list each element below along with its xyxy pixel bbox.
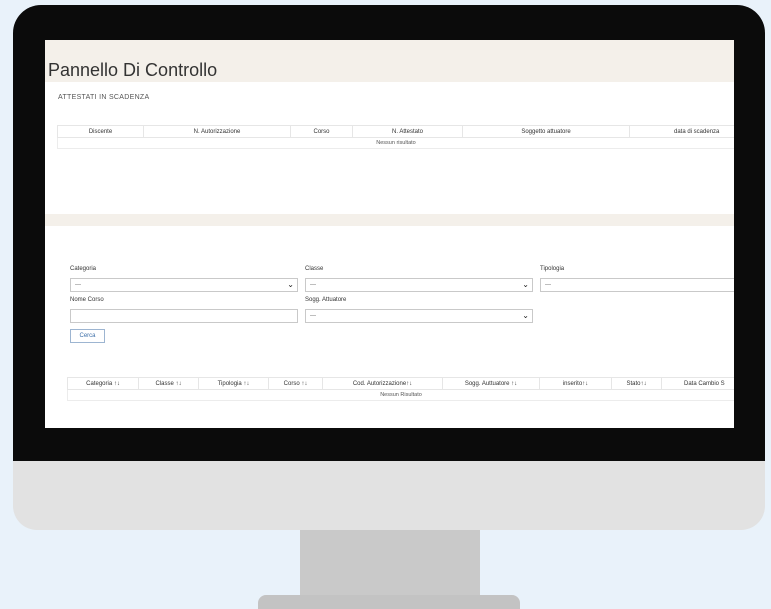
empty-message: Nessun Risultato	[67, 389, 734, 401]
classe-label: Classe	[305, 266, 324, 272]
categoria-value: ---	[75, 282, 81, 288]
column-header-corso[interactable]: Corso ↑↓	[268, 377, 323, 390]
table-row: Nessun risultato	[57, 137, 734, 149]
column-header-categoria[interactable]: Categoria ↑↓	[67, 377, 139, 390]
categoria-label: Categoria	[70, 266, 97, 272]
sogg-attuatore-select[interactable]: --- ⌄	[305, 309, 533, 323]
search-button[interactable]: Cerca	[70, 329, 105, 343]
expiring-certificates-heading: ATTESTATI IN SCADENZA	[58, 94, 150, 101]
column-header-tipologia[interactable]: Tipologia ↑↓	[198, 377, 269, 390]
tipologia-value: ---	[545, 282, 551, 288]
column-header-discente[interactable]: Discente	[57, 125, 144, 138]
empty-message: Nessun risultato	[57, 137, 734, 149]
nome-corso-label: Nome Corso	[70, 297, 104, 303]
sogg-attuatore-label: Sogg. Attuatore	[305, 297, 347, 303]
table-row: Nessun Risultato	[67, 389, 734, 401]
column-header-n-autorizzazione[interactable]: N. Autorizzazione	[143, 125, 291, 138]
column-header-stato[interactable]: Stato↑↓	[611, 377, 662, 390]
column-header-inserito[interactable]: inserito↑↓	[539, 377, 612, 390]
table-header-row: Categoria ↑↓ Classe ↑↓ Tipologia ↑↓ Cors…	[67, 377, 734, 390]
sogg-attuatore-value: ---	[310, 313, 316, 319]
expiring-certificates-table: Discente N. Autorizzazione Corso N. Atte…	[57, 125, 734, 149]
column-header-sogg-attuatore[interactable]: Sogg. Auttuatore ↑↓	[442, 377, 540, 390]
nome-corso-input[interactable]	[70, 309, 298, 323]
monitor-chin	[13, 461, 765, 530]
chevron-down-icon: ⌄	[522, 311, 529, 320]
courses-table: Categoria ↑↓ Classe ↑↓ Tipologia ↑↓ Cors…	[67, 377, 734, 401]
table-header-row: Discente N. Autorizzazione Corso N. Atte…	[57, 125, 734, 138]
tipologia-select[interactable]: ---	[540, 278, 734, 292]
page-title: Pannello Di Controllo	[48, 60, 218, 80]
column-header-classe[interactable]: Classe ↑↓	[138, 377, 199, 390]
monitor-stand-foot	[258, 595, 520, 609]
chevron-down-icon: ⌄	[522, 280, 529, 289]
column-header-data-cambio-stato[interactable]: Data Cambio S	[661, 377, 734, 390]
chevron-down-icon: ⌄	[287, 280, 294, 289]
column-header-cod-autorizzazione[interactable]: Cod. Autorizzazione↑↓	[322, 377, 443, 390]
classe-select[interactable]: --- ⌄	[305, 278, 533, 292]
column-header-soggetto-attuatore[interactable]: Soggetto attuatore	[462, 125, 630, 138]
column-header-corso[interactable]: Corso	[290, 125, 353, 138]
column-header-data-di-scadenza[interactable]: data di scadenza	[629, 125, 734, 138]
column-header-n-attestato[interactable]: N. Attestato	[352, 125, 463, 138]
screen: Pannello Di Controllo ATTESTATI IN SCADE…	[45, 40, 734, 428]
categoria-select[interactable]: --- ⌄	[70, 278, 298, 292]
classe-value: ---	[310, 282, 316, 288]
monitor-stand-neck	[300, 530, 480, 595]
tipologia-label: Tipologia	[540, 266, 565, 272]
section-divider-band	[45, 214, 734, 226]
